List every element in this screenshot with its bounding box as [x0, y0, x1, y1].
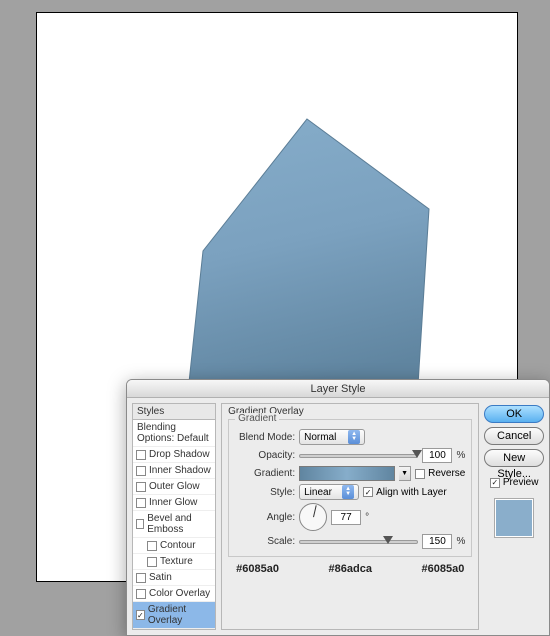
checkbox[interactable] — [136, 482, 146, 492]
style-inner-shadow[interactable]: Inner Shadow — [133, 463, 215, 479]
layer-style-dialog: Layer Style Styles Blending Options: Def… — [126, 379, 550, 636]
preview-swatch — [494, 498, 534, 538]
style-satin[interactable]: Satin — [133, 570, 215, 586]
checkbox[interactable] — [136, 450, 146, 460]
legend: Gradient — [235, 413, 279, 424]
gradient-dropdown[interactable]: ▼ — [399, 466, 411, 481]
ok-button[interactable]: OK — [484, 405, 544, 423]
style-color-overlay[interactable]: Color Overlay — [133, 586, 215, 602]
checkbox[interactable] — [136, 573, 146, 583]
angle-label: Angle: — [235, 512, 295, 523]
angle-value[interactable]: 77 — [331, 510, 361, 525]
gradient-fieldset: Gradient Blend Mode: Normal ▲▼ Opacity: … — [228, 419, 472, 557]
cancel-button[interactable]: Cancel — [484, 427, 544, 445]
style-texture[interactable]: Texture — [133, 554, 215, 570]
checkbox[interactable] — [136, 519, 144, 529]
reverse-checkbox[interactable] — [415, 469, 425, 479]
style-inner-glow[interactable]: Inner Glow — [133, 495, 215, 511]
opacity-slider[interactable] — [299, 454, 418, 458]
opacity-label: Opacity: — [235, 450, 295, 461]
scale-value[interactable]: 150 — [422, 534, 452, 549]
style-outer-glow[interactable]: Outer Glow — [133, 479, 215, 495]
checkbox[interactable] — [136, 498, 146, 508]
hex-readout: #6085a0 #86adca #6085a0 — [228, 557, 472, 575]
blend-mode-label: Blend Mode: — [235, 432, 295, 443]
scale-slider[interactable] — [299, 540, 418, 544]
hex-3: #6085a0 — [422, 563, 465, 575]
styles-list: Blending Options: Default Drop Shadow In… — [132, 420, 216, 630]
style-gradient-overlay[interactable]: Gradient Overlay — [133, 602, 215, 629]
hex-2: #86adca — [329, 563, 372, 575]
checkbox[interactable] — [136, 466, 146, 476]
angle-dial[interactable] — [299, 503, 327, 531]
preview-label: Preview — [503, 477, 539, 488]
checkbox[interactable] — [136, 610, 145, 620]
chevron-updown-icon: ▲▼ — [342, 485, 354, 499]
style-bevel-emboss[interactable]: Bevel and Emboss — [133, 511, 215, 538]
blending-options-row[interactable]: Blending Options: Default — [133, 420, 215, 447]
checkbox[interactable] — [147, 557, 157, 567]
style-label: Style: — [235, 487, 295, 498]
align-checkbox[interactable] — [363, 487, 373, 497]
scale-label: Scale: — [235, 536, 295, 547]
style-drop-shadow[interactable]: Drop Shadow — [133, 447, 215, 463]
gradient-label: Gradient: — [235, 468, 295, 479]
chevron-updown-icon: ▲▼ — [348, 430, 360, 444]
new-style-button[interactable]: New Style... — [484, 449, 544, 467]
checkbox[interactable] — [136, 589, 146, 599]
style-contour[interactable]: Contour — [133, 538, 215, 554]
preview-checkbox[interactable] — [490, 478, 500, 488]
checkbox[interactable] — [147, 541, 157, 551]
envelope-shape — [177, 111, 447, 401]
blend-mode-select[interactable]: Normal ▲▼ — [299, 429, 365, 445]
dialog-title: Layer Style — [127, 380, 549, 398]
gradient-swatch[interactable] — [299, 466, 395, 481]
opacity-value[interactable]: 100 — [422, 448, 452, 463]
styles-header[interactable]: Styles — [132, 403, 216, 420]
style-select[interactable]: Linear ▲▼ — [299, 484, 359, 500]
hex-1: #6085a0 — [236, 563, 279, 575]
